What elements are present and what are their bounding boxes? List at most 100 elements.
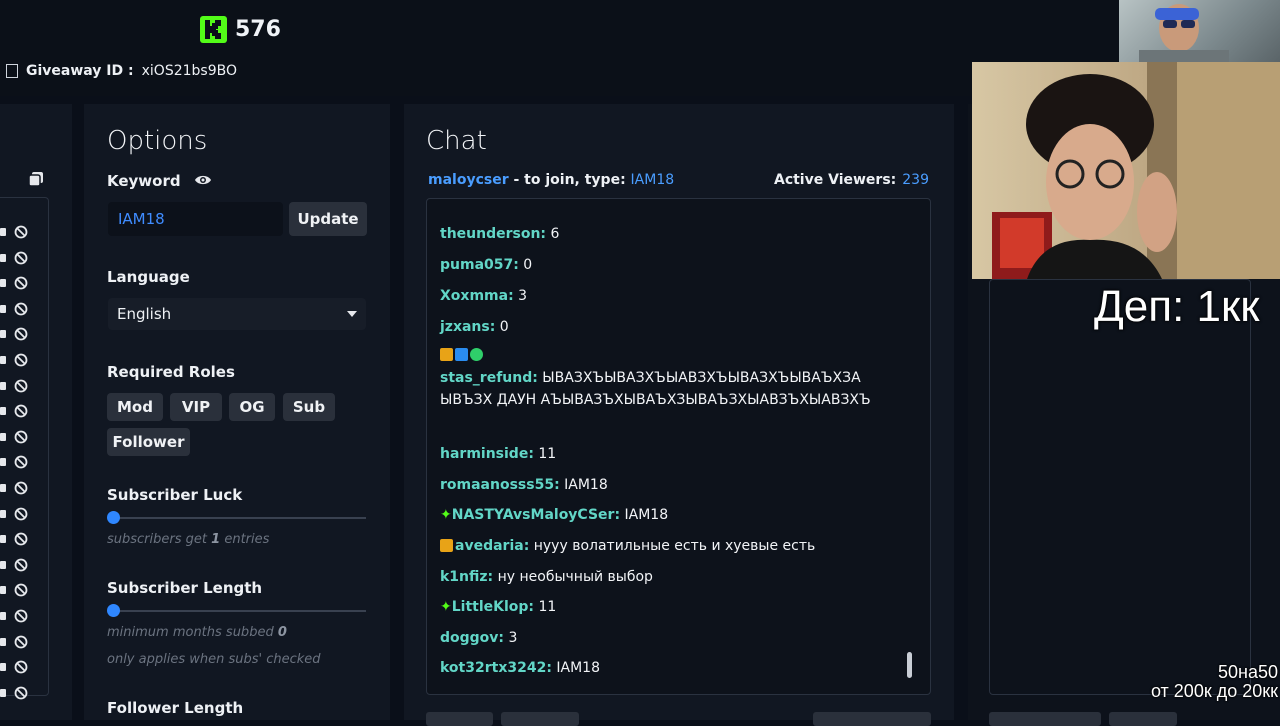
ban-icon[interactable] [14, 609, 28, 623]
participant-row[interactable] [0, 327, 36, 341]
participant-row[interactable] [0, 635, 36, 649]
ban-icon[interactable] [14, 583, 28, 597]
ban-icon[interactable] [14, 379, 28, 393]
participant-marker [0, 356, 6, 364]
chat-message: puma057: 0 [440, 257, 533, 273]
chat-message: avedaria: нууу волатильные есть и хуевые… [440, 538, 815, 554]
clear-button[interactable] [1109, 712, 1177, 726]
ban-icon[interactable] [14, 481, 28, 495]
participant-row[interactable] [0, 532, 36, 546]
update-button[interactable]: Update [289, 202, 367, 236]
verified-badge-icon [470, 348, 483, 361]
participant-row[interactable] [0, 558, 36, 572]
chat-badges [440, 347, 485, 363]
participant-row[interactable] [0, 507, 36, 521]
participant-row[interactable] [0, 302, 36, 316]
subscriber-length-value: 0 [277, 625, 287, 640]
subscriber-length-hint: minimum months subbed 0 [107, 625, 287, 640]
kick-logo: 576 [200, 16, 281, 43]
subscriber-length-slider[interactable] [107, 604, 366, 617]
ban-icon[interactable] [14, 353, 28, 367]
participant-marker [0, 381, 6, 390]
participant-row[interactable] [0, 404, 36, 418]
ban-icon[interactable] [14, 276, 28, 290]
participants-list[interactable] [0, 197, 49, 700]
chat-message: theunderson: 6 [440, 226, 560, 242]
required-roles-label: Required Roles [107, 363, 235, 381]
chat-scrollbar[interactable] [907, 652, 912, 678]
keyword-label: Keyword [107, 172, 181, 190]
participant-row[interactable] [0, 430, 36, 444]
subscriber-luck-hint: subscribers get 1 entries [107, 532, 270, 547]
role-chip-sub[interactable]: Sub [283, 393, 335, 421]
ban-icon[interactable] [14, 404, 28, 418]
eye-icon[interactable] [194, 173, 212, 187]
participant-row[interactable] [0, 276, 36, 290]
crown-badge-icon [440, 348, 453, 361]
pick-winner-button[interactable] [989, 712, 1101, 726]
participant-marker [0, 663, 6, 672]
giveaway-value: xiOS21bs9BO [141, 63, 237, 79]
ban-icon[interactable] [14, 302, 28, 316]
ban-icon[interactable] [14, 660, 28, 674]
ban-icon[interactable] [14, 532, 28, 546]
participant-marker [0, 688, 6, 697]
participant-row[interactable] [0, 609, 36, 623]
options-title: Options [107, 126, 208, 156]
participant-marker [0, 407, 6, 416]
follower-length-label: Follower Length [107, 699, 244, 717]
chat-message: harminside: 11 [440, 446, 557, 462]
chat-message: ✦NASTYAvsMaloyCSer: IAM18 [440, 507, 669, 523]
ban-icon[interactable] [14, 430, 28, 444]
participant-row[interactable] [0, 660, 36, 674]
participant-marker [0, 228, 6, 236]
subscriber-luck-slider[interactable] [107, 511, 366, 524]
chat-message: kot32rtx3242: IAM18 [440, 660, 600, 676]
language-value: English [117, 305, 172, 323]
ban-icon[interactable] [14, 635, 28, 649]
ban-icon[interactable] [14, 558, 28, 572]
participant-row[interactable] [0, 379, 36, 393]
crown-badge-icon [440, 539, 453, 552]
participant-row[interactable] [0, 686, 36, 700]
participant-marker [0, 484, 6, 492]
participant-marker [0, 612, 6, 620]
copy-icon[interactable] [28, 171, 44, 187]
chat-action-button[interactable] [426, 712, 493, 726]
participant-row[interactable] [0, 481, 36, 495]
participant-row[interactable] [0, 583, 36, 597]
role-chip-og[interactable]: OG [229, 393, 275, 421]
participant-marker [0, 586, 6, 595]
participant-row[interactable] [0, 455, 36, 469]
chat-action-button[interactable] [501, 712, 579, 726]
participant-row[interactable] [0, 353, 36, 367]
cube-badge-icon [455, 348, 468, 361]
ban-icon[interactable] [14, 251, 28, 265]
role-chip-mod[interactable]: Mod [107, 393, 163, 421]
ban-icon[interactable] [14, 327, 28, 341]
streamer-name[interactable]: maloycser [428, 172, 509, 188]
slider-knob[interactable] [107, 604, 120, 617]
role-chip-follower[interactable]: Follower [107, 428, 190, 456]
subscriber-length-note: only applies when subs' checked [107, 652, 321, 667]
slider-knob[interactable] [107, 511, 120, 524]
participant-row[interactable] [0, 251, 36, 265]
active-viewers-count: 239 [902, 172, 929, 188]
ban-icon[interactable] [14, 455, 28, 469]
ban-icon[interactable] [14, 686, 28, 700]
language-select[interactable]: English [108, 298, 366, 330]
ban-icon[interactable] [14, 225, 28, 239]
participant-marker [0, 535, 6, 544]
participant-row[interactable] [0, 225, 36, 239]
keyword-input[interactable]: IAM18 [108, 202, 283, 236]
chat-message: k1nfiz: ну необычный выбор [440, 569, 653, 585]
join-keyword: IAM18 [630, 172, 675, 188]
join-instructions: maloycser - to join, type: IAM18 [428, 172, 675, 188]
participant-marker [0, 253, 6, 262]
deposit-overlay: Деп: 1кк [1094, 282, 1260, 331]
chat-message: ✦LittleKlop: 11 [440, 599, 557, 615]
participant-marker [0, 304, 6, 313]
chat-action-button[interactable] [813, 712, 931, 726]
ban-icon[interactable] [14, 507, 28, 521]
role-chip-vip[interactable]: VIP [170, 393, 222, 421]
